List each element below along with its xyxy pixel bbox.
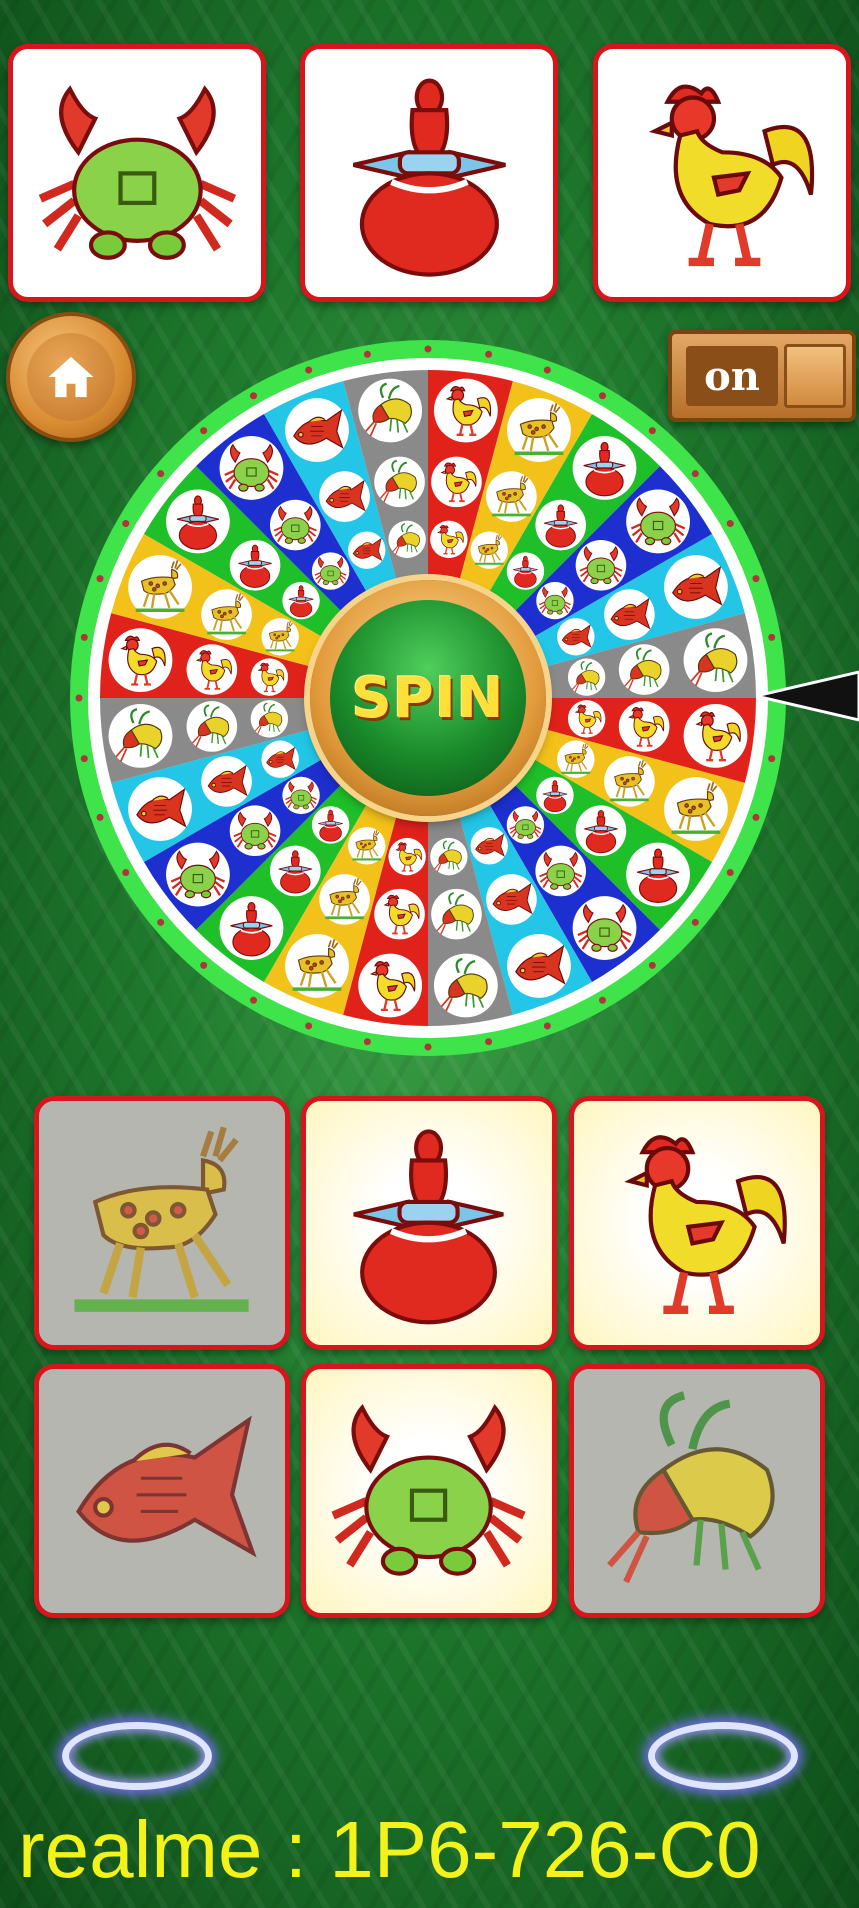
wheel-rim-dot (157, 918, 165, 926)
gourd-icon (324, 1119, 533, 1326)
wheel-rim-dot (96, 575, 104, 583)
deer-icon (57, 1119, 266, 1326)
wheel-rim-dot (768, 633, 776, 641)
wheel-rim-dot (752, 575, 760, 583)
wheel-rim-dot (726, 869, 734, 876)
wheel-rim-dot (691, 470, 699, 478)
crab-icon (324, 1387, 533, 1594)
right-glow-ring (648, 1722, 798, 1790)
wheel-rim-dot (543, 366, 551, 374)
wheel-rim-dot (599, 996, 606, 1004)
rooster-icon (592, 1119, 801, 1326)
wheel-rim-dot (305, 366, 313, 374)
bet-tile-rooster[interactable] (569, 1096, 825, 1350)
fish-icon (57, 1387, 266, 1594)
wheel-rim-dot (75, 694, 83, 702)
shrimp-icon (592, 1387, 801, 1594)
wheel-rim-dot (157, 470, 165, 478)
wheel-rim-dot (122, 520, 130, 527)
result-slot-2 (300, 44, 558, 302)
wheel-rim-dot (200, 427, 208, 435)
wheel-rim-dot (305, 1022, 313, 1030)
wheel-rim-dot (80, 755, 88, 763)
wheel-rim-dot (543, 1022, 551, 1030)
wheel-rim-dot (250, 996, 257, 1004)
wheel-rim-dot (96, 813, 104, 821)
bet-tile-shrimp[interactable] (569, 1364, 825, 1618)
wheel-rim-dot (485, 1038, 493, 1046)
result-slot-1 (8, 44, 266, 302)
wheel-rim-dot (599, 392, 606, 400)
wheel-rim-dot (424, 345, 432, 353)
wheel-rim-dot (122, 869, 130, 876)
wheel-rim-dot (691, 918, 699, 926)
crab-icon (32, 68, 243, 279)
left-glow-ring (62, 1722, 212, 1790)
device-id-text: realme : 1P6-726-C0 (18, 1805, 761, 1894)
wheel-rim-dot (363, 1038, 371, 1046)
wheel-rim-dot (726, 520, 734, 527)
wheel-rim-dot (485, 350, 493, 358)
wheel-rim-dot (648, 427, 656, 435)
sound-toggle-knob[interactable] (784, 344, 846, 408)
wheel-rim-dot (752, 813, 760, 821)
spin-label: SPIN (351, 665, 505, 731)
wheel-rim-dot (250, 392, 257, 400)
bet-tile-deer[interactable] (34, 1096, 290, 1350)
spin-button[interactable]: SPIN (310, 580, 546, 816)
wheel-rim-dot (648, 961, 656, 969)
rooster-icon (617, 68, 828, 279)
wheel-rim-dot (424, 1043, 432, 1051)
wheel-rim-dot (80, 633, 88, 641)
gourd-icon (324, 68, 535, 279)
spin-button-face: SPIN (330, 600, 526, 796)
bet-tile-fish[interactable] (34, 1364, 290, 1618)
bet-tile-gourd[interactable] (301, 1096, 557, 1350)
wheel-rim-dot (363, 350, 371, 358)
result-slot-3 (593, 44, 851, 302)
wheel-pointer (756, 670, 859, 722)
wheel-rim-dot (768, 755, 776, 763)
wheel-rim-dot (200, 961, 208, 969)
bet-tile-crab[interactable] (301, 1364, 557, 1618)
